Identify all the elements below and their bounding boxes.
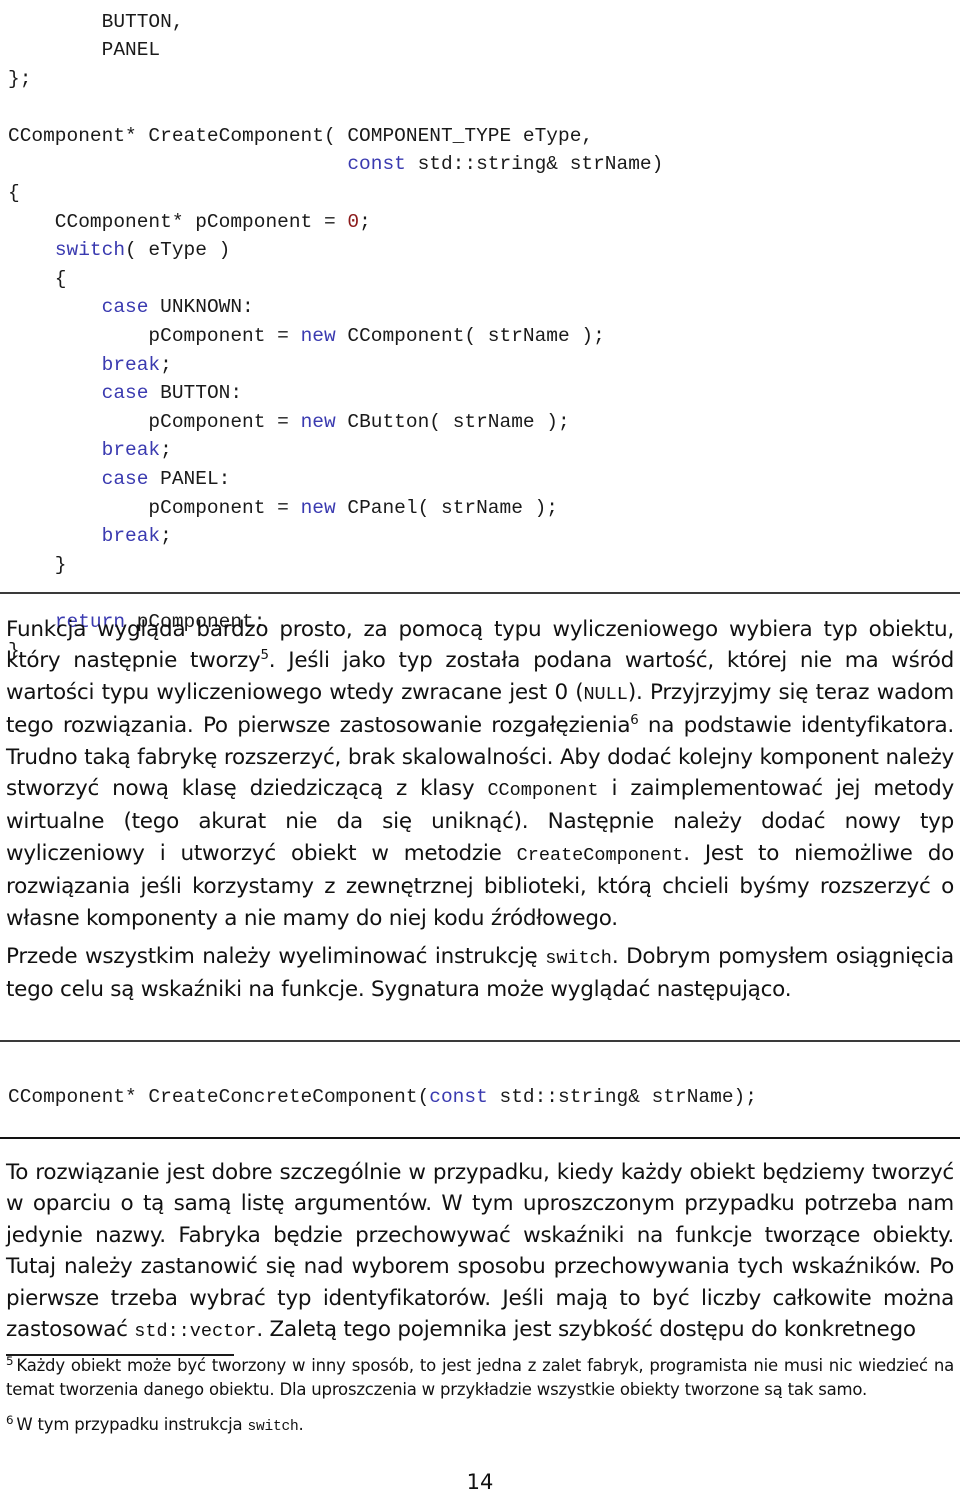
inline-code: CreateComponent: [516, 844, 684, 866]
code-token: new: [300, 325, 336, 348]
inline-code: NULL: [583, 683, 628, 705]
code-token: ;: [160, 439, 172, 462]
code-block-create-concrete-component: CComponent* CreateConcreteComponent(cons…: [8, 1083, 757, 1112]
code-token: ;: [160, 353, 172, 376]
code-token: ;: [160, 525, 172, 548]
code-token: CComponent* pComponent =: [8, 210, 348, 233]
code-token: };: [8, 67, 32, 90]
code-token: pComponent =: [8, 325, 301, 348]
code-token: PANEL:: [148, 468, 231, 490]
document-page: BUTTON, PANEL }; CComponent* CreateCompo…: [0, 0, 960, 1509]
page-number: 14: [466, 1470, 494, 1494]
code-token: CPanel( strName );: [335, 496, 559, 519]
code-token: const: [429, 1085, 488, 1108]
code-token: pComponent =: [8, 496, 301, 519]
code-token: std::string& strName): [405, 153, 664, 176]
code-token: CComponent* CreateComponent( COMPONENT_T…: [8, 124, 594, 147]
paragraph-factory-drawbacks: Funkcja wygląda bardzo prosto, za pomocą…: [6, 614, 954, 934]
footnote: 5 Każdy obiekt może być tworzony w inny s…: [6, 1354, 954, 1401]
code-token: new: [300, 496, 336, 519]
inline-code: CComponent: [487, 780, 599, 802]
code-token: CButton( strName );: [335, 410, 570, 433]
text-run: To rozwiązanie jest dobre szczególnie w …: [6, 1160, 954, 1343]
code-token: UNKNOWN:: [148, 296, 254, 319]
code-token: BUTTON,: [8, 10, 184, 33]
code-token: break: [101, 353, 161, 376]
paragraph-eliminate-switch: Przede wszystkim należy wyeliminować ins…: [6, 941, 954, 1006]
inline-code: switch: [545, 948, 612, 969]
code-token: new: [300, 410, 336, 433]
code-token: ( eType ): [125, 239, 231, 262]
code-token: case: [101, 296, 149, 319]
code-token: CComponent( strName );: [335, 325, 605, 348]
code-token: switch: [54, 239, 126, 262]
code-token: std::string& strName);: [487, 1085, 757, 1108]
section-divider-after-code: [0, 1137, 960, 1139]
code-token: 0: [347, 210, 360, 233]
code-token: pComponent =: [8, 410, 301, 433]
text-run: W tym przypadku instrukcja: [16, 1415, 248, 1434]
text-run: .: [298, 1415, 304, 1434]
code-token: {: [8, 182, 20, 205]
code-token: const: [347, 153, 406, 176]
text-run: . Zaletą tego pojemnika jest szybkość do…: [256, 1317, 916, 1343]
inline-code: std::vector: [134, 1321, 257, 1343]
text-run: Każdy obiekt może być tworzony w inny sp…: [6, 1356, 954, 1399]
code-token: ;: [359, 210, 371, 233]
code-token: PANEL: [8, 39, 161, 62]
code-token: case: [101, 382, 149, 405]
footnote: 6W tym przypadku instrukcja switch.: [6, 1413, 954, 1440]
footnote-reference: 6: [630, 713, 639, 729]
inline-code: switch: [247, 1419, 299, 1435]
paragraph-function-pointers: To rozwiązanie jest dobre szczególnie w …: [6, 1157, 954, 1347]
footnote-marker: 5: [6, 1353, 14, 1368]
code-token: break: [101, 525, 161, 548]
code-token: {: [8, 267, 67, 290]
code-token: case: [101, 468, 149, 490]
section-divider-before-code: [0, 1040, 960, 1042]
code-token: }: [8, 553, 67, 576]
code-token: BUTTON:: [148, 382, 243, 405]
footnote-reference: 5: [260, 648, 269, 664]
code-block-create-component: BUTTON, PANEL }; CComponent* CreateCompo…: [8, 8, 663, 666]
section-divider-top: [0, 592, 960, 594]
text-run: Przede wszystkim należy wyeliminować ins…: [6, 944, 546, 969]
footnote-marker: 6: [6, 1412, 14, 1427]
code-token: break: [101, 439, 161, 462]
code-token: CComponent* CreateConcreteComponent(: [8, 1085, 430, 1108]
footnote-list: 5 Każdy obiekt może być tworzony w inny s…: [6, 1354, 954, 1440]
